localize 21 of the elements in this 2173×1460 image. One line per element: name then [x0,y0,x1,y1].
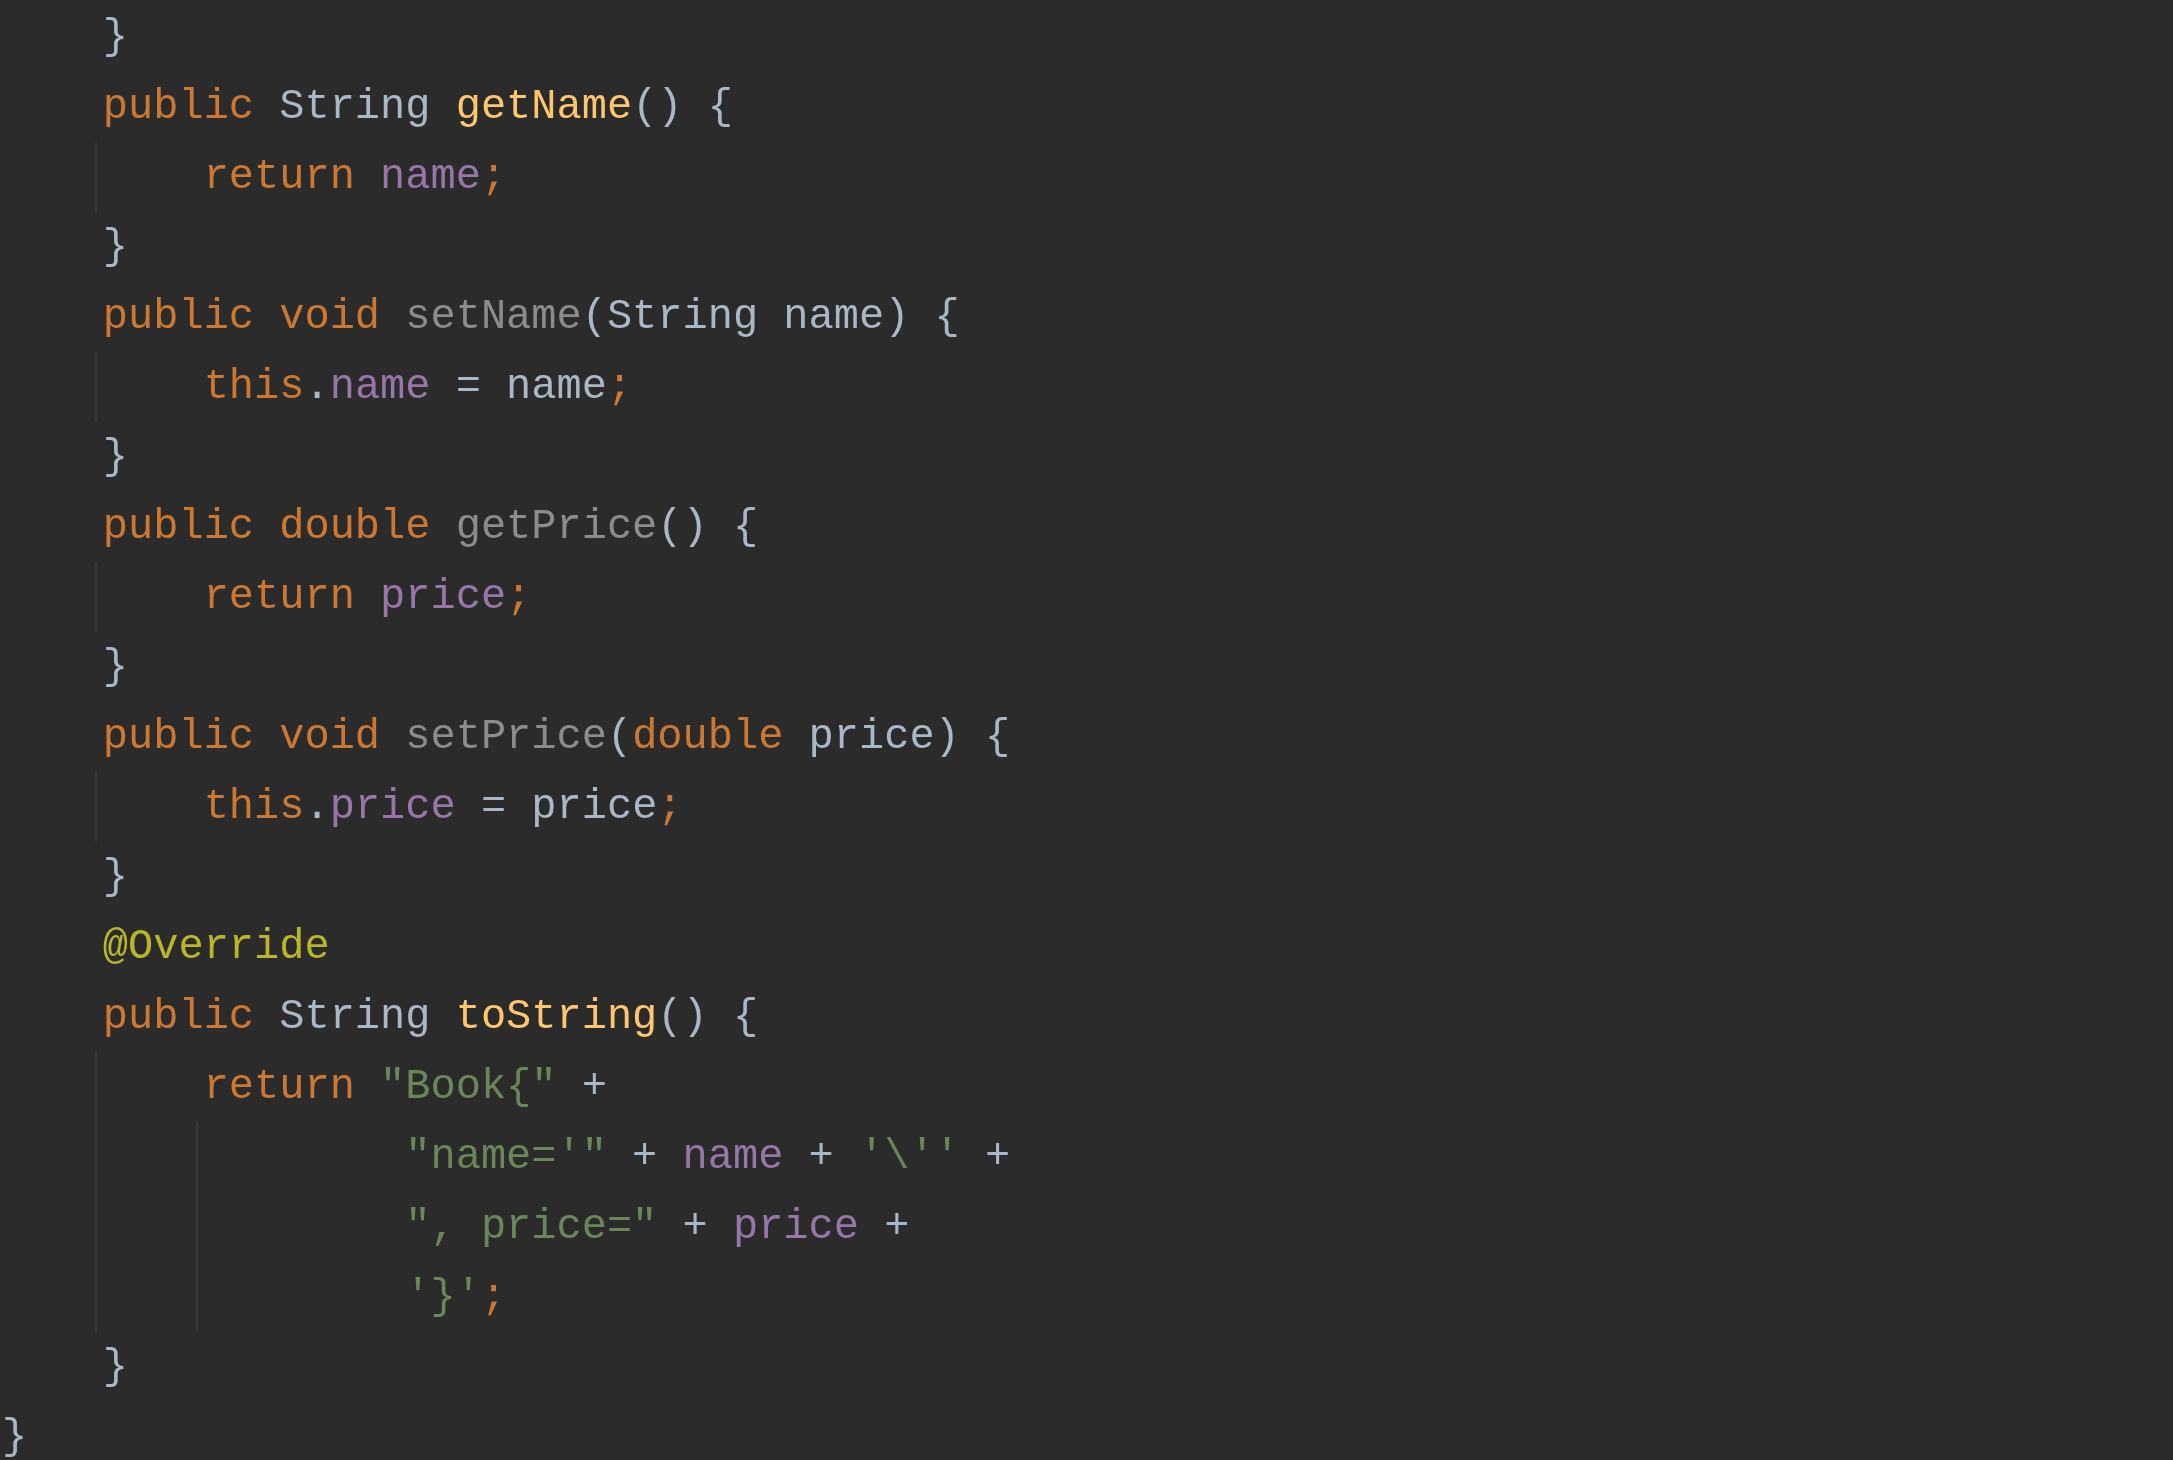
code-line: } [101,1341,129,1393]
code-line: return price; [202,571,532,623]
code-line: public String toString() { [101,991,759,1043]
code-line: return name; [202,151,507,203]
code-line: } [101,431,129,483]
code-line: } [101,11,129,63]
code-line: '}'; [404,1271,507,1323]
code-line: public void setName(String name) { [101,291,960,343]
code-line: public double getPrice() { [101,501,759,553]
code-line: } [101,851,129,903]
code-line: return "Book{" + [202,1061,607,1113]
code-line: public void setPrice(double price) { [101,711,1011,763]
code-line: ", price=" + price + [404,1201,910,1253]
code-line: this.price = price; [202,781,683,833]
code-line: } [101,641,129,693]
code-line: } [2,1411,28,1460]
code-line: @Override [101,921,330,973]
code-line: this.name = name; [202,361,633,413]
code-line: "name='" + name + '\'' + [404,1131,1011,1183]
code-line: public String getName() { [101,81,733,133]
code-line: } [101,221,129,273]
